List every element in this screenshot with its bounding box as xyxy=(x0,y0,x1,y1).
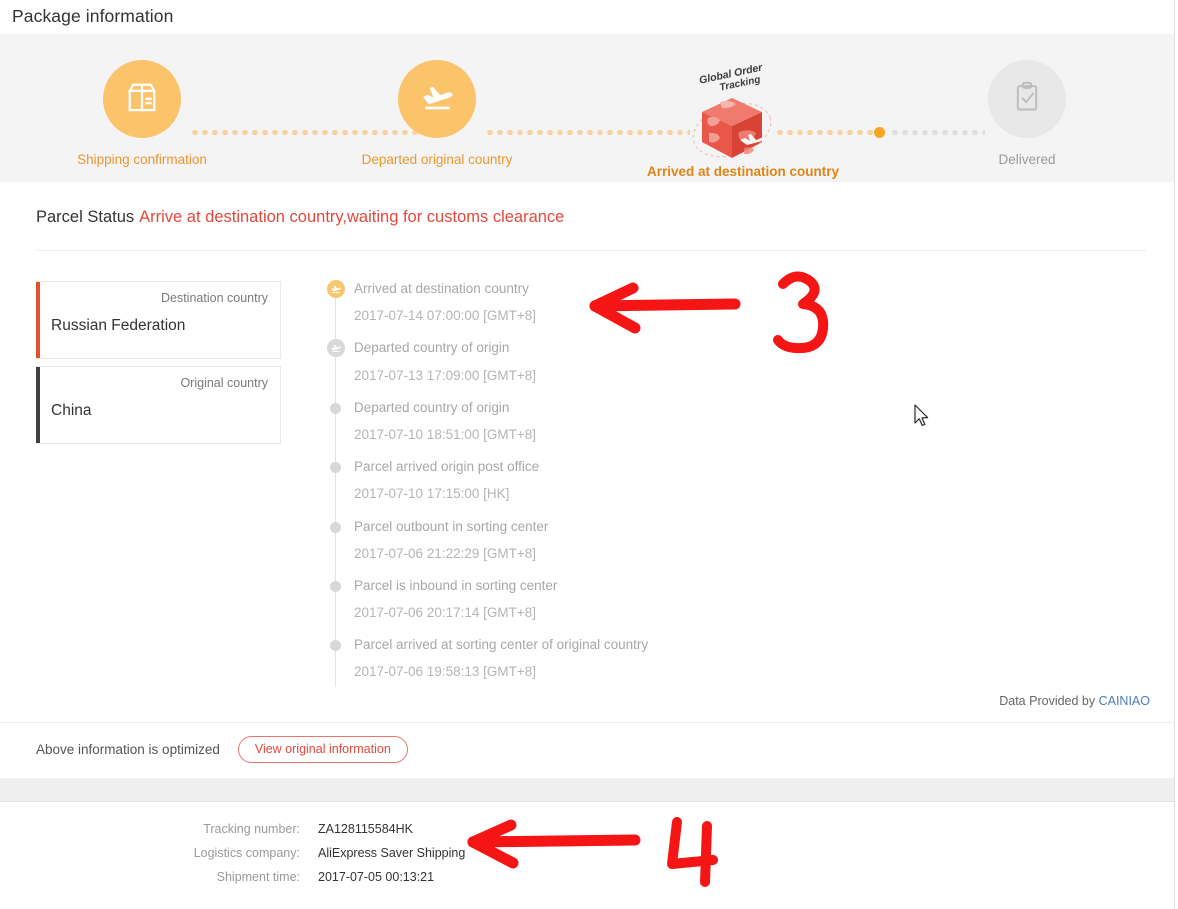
tracker-step-label: Arrived at destination country xyxy=(647,164,840,179)
tracker-step-label: Shipping confirmation xyxy=(77,152,207,167)
shipment-time-value: 2017-07-05 00:13:21 xyxy=(318,870,435,884)
logistics-company-label: Logistics company: xyxy=(193,846,300,860)
footer-divider xyxy=(0,722,1174,723)
tracker-step-departed-original-country[interactable]: Departed original country xyxy=(352,60,522,167)
airplane-takeoff-icon xyxy=(327,339,345,358)
tracker-step-arrived-at-destination-country[interactable]: Global Order Tracking Arrived at destina… xyxy=(647,60,840,179)
shipment-detail-row: Logistics company: AliExpress Saver Ship… xyxy=(186,846,466,870)
original-country-card: Original country China xyxy=(36,366,281,444)
timeline-dot-icon xyxy=(330,462,341,474)
footer-edge-line xyxy=(0,801,1174,802)
optimized-note: Above information is optimized xyxy=(36,742,220,757)
timeline-time: 2017-07-06 20:17:14 [GMT+8] xyxy=(354,605,536,621)
timeline-item: Parcel outbount in sorting center 2017-0… xyxy=(330,519,970,562)
annotation-arrow-4 xyxy=(455,808,745,903)
delivered-circle xyxy=(988,60,1066,138)
shipment-details: Tracking number: ZA128115584HK Logistics… xyxy=(186,822,466,894)
timeline-item: Departed country of origin 2017-07-10 18… xyxy=(330,400,970,443)
timeline-item: Arrived at destination country 2017-07-1… xyxy=(327,280,970,324)
parcel-status-value: Arrive at destination country,waiting fo… xyxy=(139,208,565,226)
tracking-timeline: Arrived at destination country 2017-07-1… xyxy=(327,280,970,697)
shipment-detail-row: Tracking number: ZA128115584HK xyxy=(186,822,465,846)
timeline-title: Parcel arrived at sorting center of orig… xyxy=(354,637,649,653)
global-order-tracking-graphic: Global Order Tracking xyxy=(647,62,817,162)
timeline-time: 2017-07-10 17:15:00 [HK] xyxy=(354,486,510,502)
view-original-information-button[interactable]: View original information xyxy=(237,736,408,763)
page-right-gutter xyxy=(1174,0,1178,909)
timeline-dot-icon xyxy=(330,521,341,533)
parcel-status-label: Parcel Status xyxy=(36,208,135,226)
timeline-time: 2017-07-14 07:00:00 [GMT+8] xyxy=(354,308,536,324)
airplane-takeoff-icon xyxy=(415,75,459,124)
timeline-item: Parcel arrived origin post office 2017-0… xyxy=(330,459,970,502)
timeline-title: Departed country of origin xyxy=(354,399,510,415)
original-country-label: Original country xyxy=(180,376,268,390)
tracker-step-label: Delivered xyxy=(998,152,1056,167)
timeline-title: Arrived at destination country xyxy=(354,281,529,296)
footer-separator-band xyxy=(0,778,1174,801)
data-provider: Data Provided by CAINIAO xyxy=(999,694,1150,708)
timeline-title: Parcel arrived origin post office xyxy=(354,459,540,475)
package-box-icon xyxy=(121,76,163,123)
timeline-item: Departed country of origin 2017-07-13 17… xyxy=(327,339,970,383)
data-provider-brand-link[interactable]: CAINIAO xyxy=(1099,694,1150,708)
logistics-company-value: AliExpress Saver Shipping xyxy=(318,846,466,860)
optimized-info-row: Above information is optimized View orig… xyxy=(36,736,408,763)
timeline-time: 2017-07-06 21:22:29 [GMT+8] xyxy=(354,545,536,561)
timeline-title: Departed country of origin xyxy=(354,340,510,356)
shipment-time-label: Shipment time: xyxy=(216,870,300,884)
timeline-title: Parcel is inbound in sorting center xyxy=(354,577,558,593)
tracker-connector-3b xyxy=(890,130,985,135)
timeline-time: 2017-07-10 18:51:00 [GMT+8] xyxy=(354,426,536,442)
parcel-status-row: Parcel Status Arrive at destination count… xyxy=(0,182,1174,227)
timeline-time: 2017-07-06 19:58:13 [GMT+8] xyxy=(354,664,536,680)
tracker-current-marker xyxy=(874,127,885,138)
timeline-dot-icon xyxy=(330,580,341,592)
package-information-page: Package information Shipping confirmatio… xyxy=(0,0,1178,909)
page-title: Package information xyxy=(12,6,174,26)
tracker-connector-1 xyxy=(190,130,420,135)
clipboard-check-icon xyxy=(1007,77,1047,122)
destination-country-label: Destination country xyxy=(160,291,268,305)
shipment-progress-tracker: Shipping confirmation Departed original … xyxy=(0,34,1174,182)
timeline-dot-icon xyxy=(330,402,341,414)
timeline-time: 2017-07-13 17:09:00 [GMT+8] xyxy=(354,367,536,383)
timeline-dot-icon xyxy=(330,640,341,652)
timeline-title: Parcel outbount in sorting center xyxy=(354,518,549,534)
tracking-number-value: ZA128115584HK xyxy=(318,822,413,836)
original-country-value: China xyxy=(51,402,92,420)
shipment-detail-row: Shipment time: 2017-07-05 00:13:21 xyxy=(186,870,465,894)
tracker-step-delivered[interactable]: Delivered xyxy=(942,60,1112,167)
destination-country-card: Destination country Russian Federation xyxy=(36,281,281,359)
data-provider-prefix: Data Provided by xyxy=(999,694,1099,708)
tracking-number-label: Tracking number: xyxy=(203,822,300,836)
timeline-item: Parcel is inbound in sorting center 2017… xyxy=(330,578,970,621)
airplane-landing-icon xyxy=(327,280,345,298)
departed-original-country-circle xyxy=(398,60,476,138)
destination-country-value: Russian Federation xyxy=(51,317,186,335)
tracker-step-label: Departed original country xyxy=(361,152,513,167)
timeline-item: Parcel arrived at sorting center of orig… xyxy=(330,637,970,680)
country-cards: Destination country Russian Federation O… xyxy=(36,281,281,451)
shipping-confirmation-circle xyxy=(103,60,181,138)
status-divider xyxy=(36,250,1146,251)
tracker-step-shipping-confirmation[interactable]: Shipping confirmation xyxy=(57,60,227,167)
